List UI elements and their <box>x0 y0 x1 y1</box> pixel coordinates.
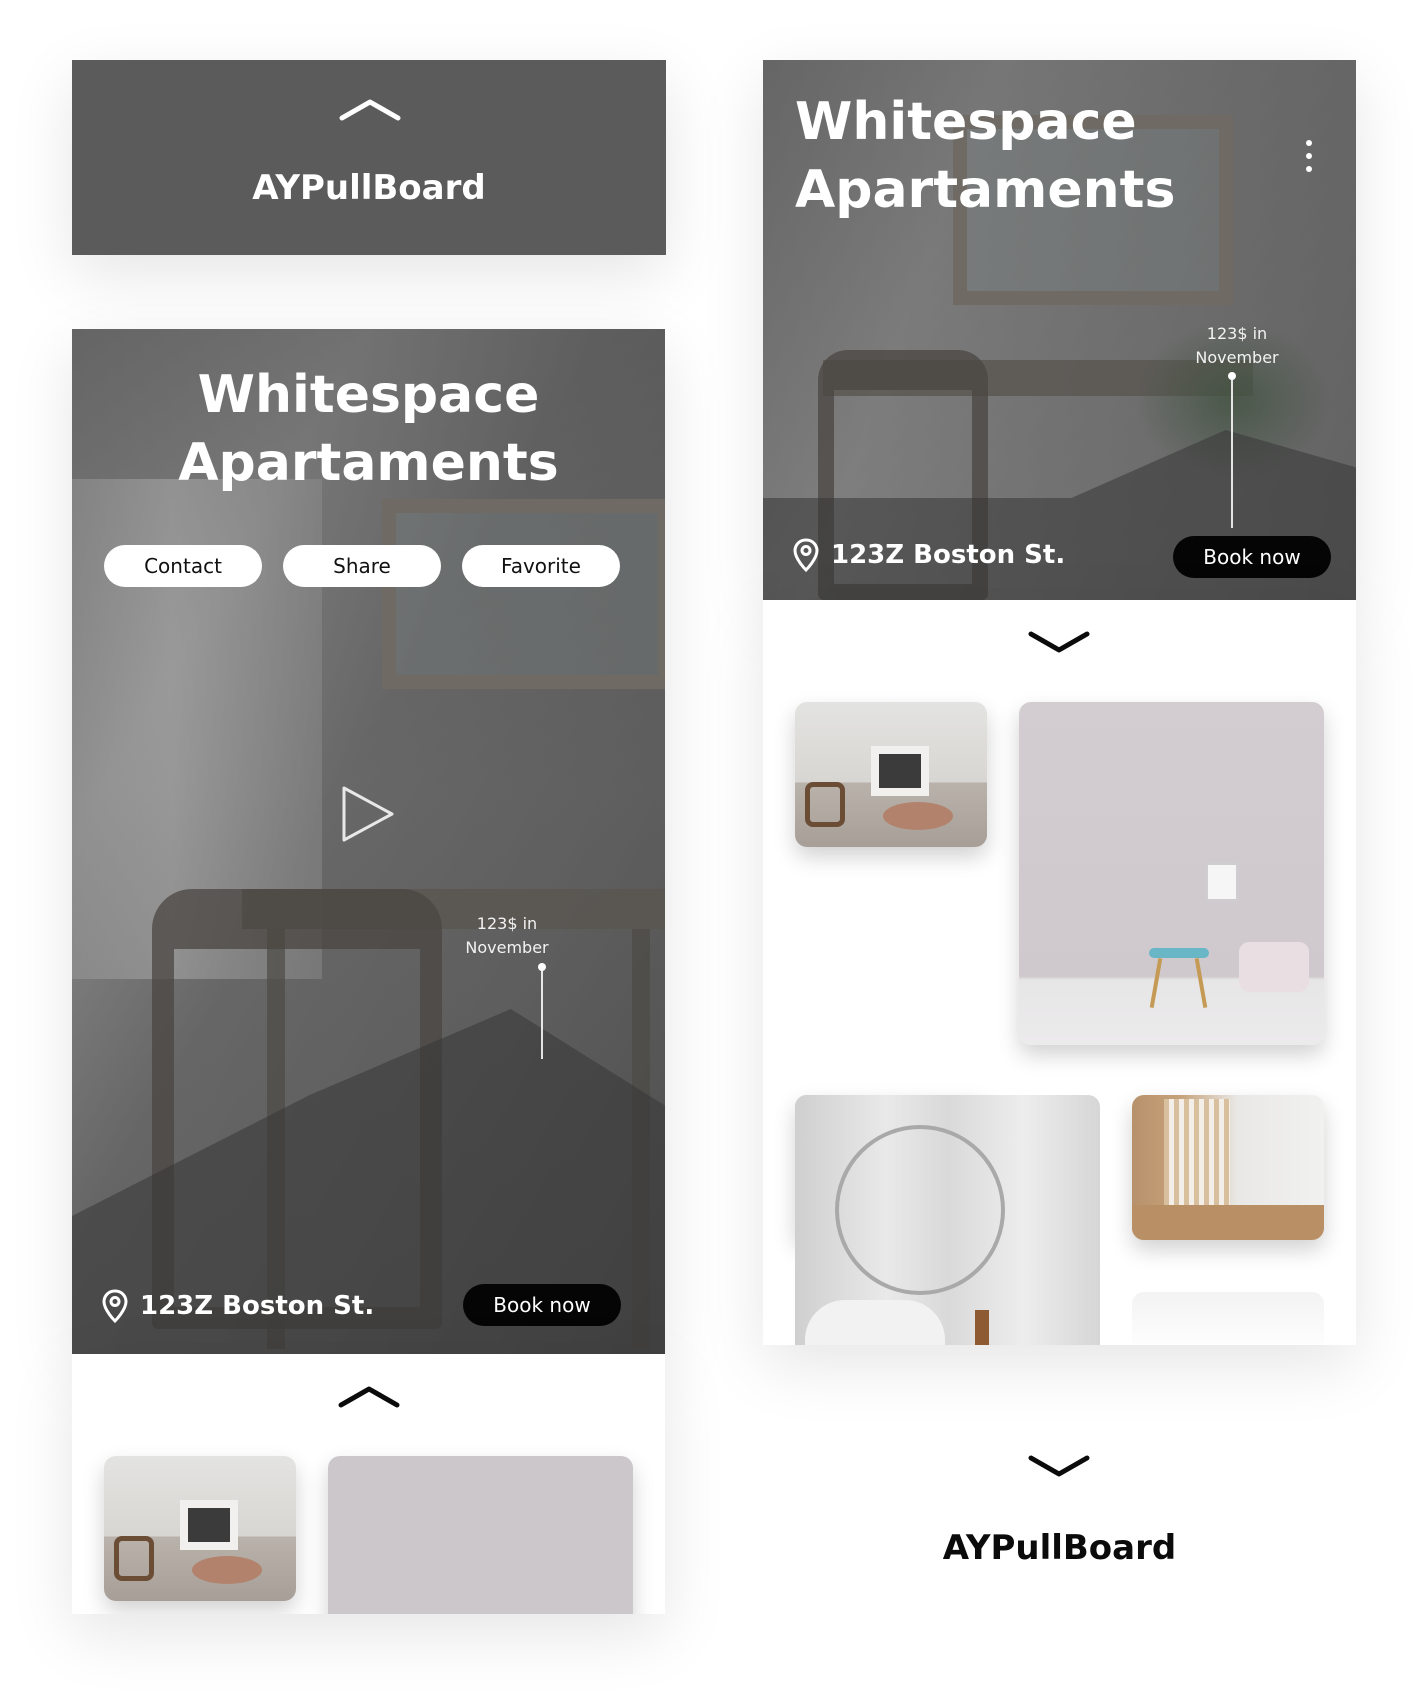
hero-expanded: Whitespace Apartaments Contact Share Fav… <box>72 329 665 1354</box>
price-marker-line <box>541 969 543 1059</box>
brand-title: AYPullBoard <box>942 1528 1177 1568</box>
gallery-photo-living-room[interactable] <box>795 702 987 847</box>
gallery-photo-hallway[interactable] <box>1132 1095 1324 1240</box>
kebab-menu-icon[interactable] <box>1305 140 1313 176</box>
price-note: 123$ in November <box>1177 322 1297 370</box>
play-icon[interactable] <box>340 784 396 844</box>
chevron-up-icon[interactable] <box>338 96 402 122</box>
map-pin-icon <box>102 1289 128 1323</box>
gallery-photo-pink-room[interactable] <box>1019 702 1324 1045</box>
title-line-1: Whitespace <box>795 92 1137 152</box>
action-row: Contact Share Favorite <box>104 545 620 587</box>
gallery-photo-living-room[interactable] <box>104 1456 296 1601</box>
gallery-photo-bathroom[interactable] <box>795 1095 1100 1345</box>
address-text: 123Z Boston St. <box>831 540 1066 570</box>
price-month: November <box>1195 348 1279 367</box>
book-now-button[interactable]: Book now <box>1173 536 1331 578</box>
price-amount: 123$ in <box>476 914 538 933</box>
background-photo <box>382 499 665 689</box>
gallery-photo-pink-room[interactable] <box>328 1456 633 1614</box>
chevron-up-icon[interactable] <box>337 1383 401 1409</box>
gallery-section <box>763 600 1356 1345</box>
listing-title: Whitespace Apartaments <box>795 88 1175 224</box>
gallery-section <box>72 1354 665 1614</box>
price-note: 123$ in November <box>447 912 567 960</box>
hero-compact: Whitespace Apartaments 123$ in November … <box>763 60 1356 600</box>
address-text: 123Z Boston St. <box>140 1291 375 1321</box>
title-line-1: Whitespace <box>197 365 540 425</box>
title-line-2: Apartaments <box>795 160 1176 220</box>
contact-button[interactable]: Contact <box>104 545 262 587</box>
map-pin-icon <box>793 538 819 572</box>
address: 123Z Boston St. <box>102 1289 374 1323</box>
price-month: November <box>465 938 549 957</box>
brand-title: AYPullBoard <box>252 168 486 208</box>
listing-title: Whitespace Apartaments <box>72 361 665 497</box>
title-line-2: Apartaments <box>178 433 559 493</box>
collapsed-board[interactable]: AYPullBoard <box>72 60 666 255</box>
book-now-button[interactable]: Book now <box>463 1284 621 1326</box>
price-amount: 123$ in <box>1206 324 1268 343</box>
chevron-down-icon[interactable] <box>1027 630 1091 656</box>
address: 123Z Boston St. <box>793 538 1065 572</box>
chevron-down-icon[interactable] <box>1027 1454 1091 1480</box>
favorite-button[interactable]: Favorite <box>462 545 620 587</box>
gallery-photo-placeholder[interactable] <box>1132 1292 1324 1345</box>
price-marker-line <box>1231 378 1233 528</box>
share-button[interactable]: Share <box>283 545 441 587</box>
